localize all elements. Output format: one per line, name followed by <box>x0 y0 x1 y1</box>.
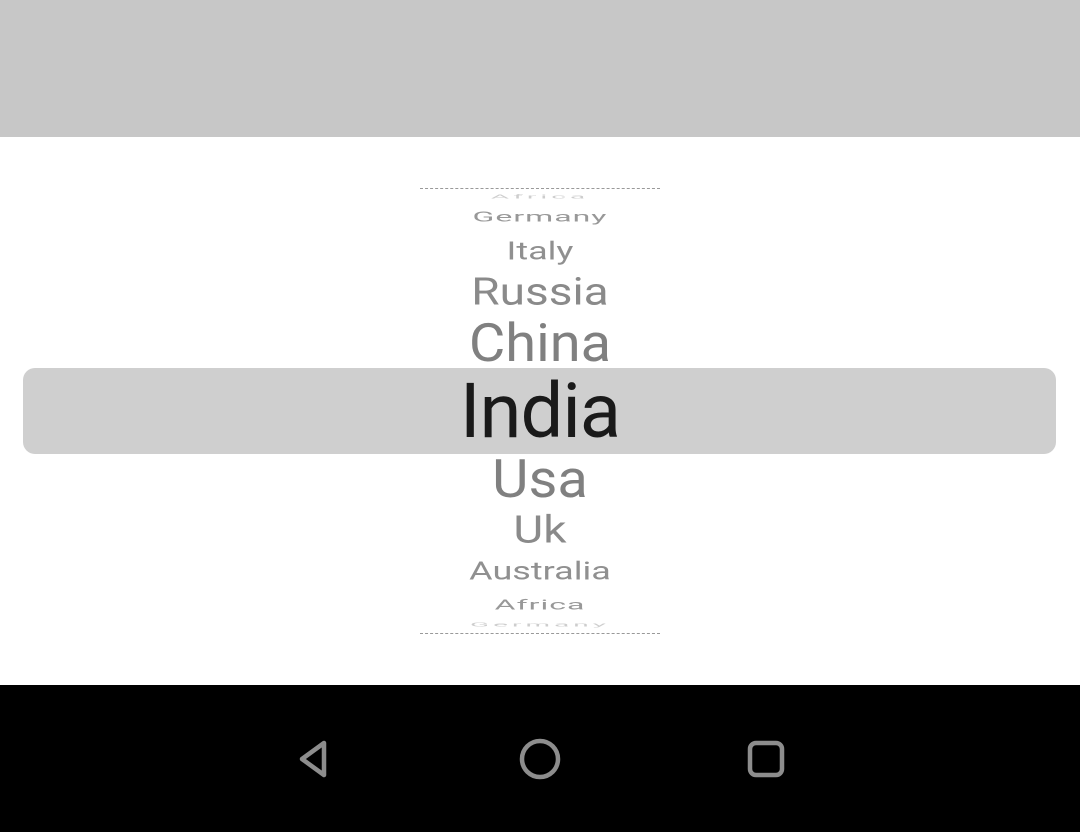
picker-item[interactable]: Africa <box>491 194 589 199</box>
picker-item[interactable]: Russia <box>471 273 608 311</box>
picker-item[interactable]: Africa <box>495 598 586 611</box>
android-nav-bar <box>0 685 1080 832</box>
picker-bottom-rule <box>420 633 660 634</box>
picker-item[interactable]: China <box>469 316 611 369</box>
back-button[interactable] <box>286 731 342 787</box>
circle-icon <box>516 735 564 783</box>
picker-item[interactable]: Uk <box>513 511 566 549</box>
picker-item-selected[interactable]: India <box>460 371 620 451</box>
recent-apps-button[interactable] <box>738 731 794 787</box>
back-icon <box>292 737 336 781</box>
picker-item[interactable]: Australia <box>469 558 611 583</box>
picker-item[interactable]: Germany <box>470 622 610 627</box>
square-icon <box>744 737 788 781</box>
status-bar <box>0 0 1080 137</box>
picker-wheel[interactable]: Africa Germany Italy Russia China India … <box>0 188 1080 634</box>
picker-top-rule <box>420 188 660 189</box>
picker-item[interactable]: Usa <box>492 452 588 505</box>
picker-container[interactable]: Africa Germany Italy Russia China India … <box>0 137 1080 685</box>
picker-item[interactable]: Germany <box>473 210 608 223</box>
home-button[interactable] <box>512 731 568 787</box>
picker-item[interactable]: Italy <box>507 238 574 263</box>
